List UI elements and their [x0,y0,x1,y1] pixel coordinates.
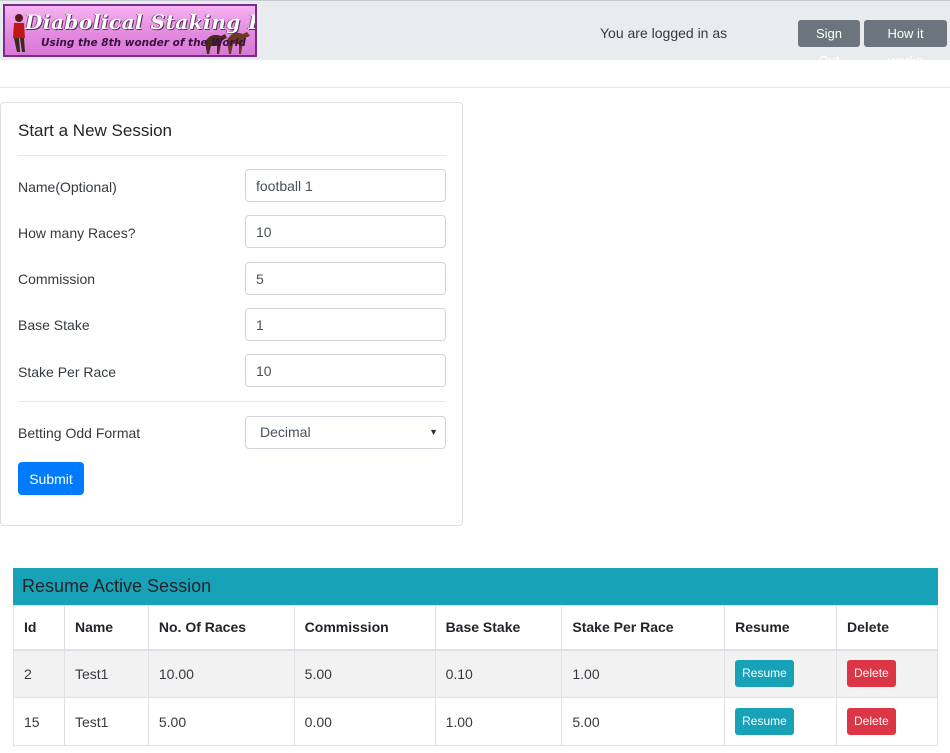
sign-out-button[interactable]: Sign Out [798,20,860,68]
resume-button[interactable]: Resume [735,660,794,688]
odds-format-label: Betting Odd Format [18,425,141,441]
col-header-resume: Resume [724,605,838,651]
cell-commission: 0.00 [293,697,436,746]
cell-id: 15 [13,697,65,746]
delete-button[interactable]: Delete [847,708,896,735]
commission-label: Commission [18,271,96,287]
col-header-id: Id [13,605,65,651]
submit-button[interactable]: Submit [18,462,84,495]
new-session-card: Start a New Session Name(Optional) How m… [0,102,463,526]
cell-delete: Delete [836,649,938,698]
odds-divider [18,401,446,402]
cell-commission: 5.00 [293,649,436,698]
table-row: 2 Test1 10.00 5.00 0.10 1.00 Resume Dele… [13,649,938,698]
col-header-races: No. Of Races [147,605,295,651]
cell-races: 10.00 [147,649,295,698]
logo-subtitle: Using the 8th wonder of the World [41,37,246,49]
cell-stake-per-race: 5.00 [561,697,726,746]
cell-name: Test1 [63,649,149,698]
stake-per-race-input[interactable] [245,354,446,387]
col-header-name: Name [63,605,149,651]
odds-format-value: Decimal [260,424,311,440]
resume-button[interactable]: Resume [735,708,794,735]
odds-format-select[interactable]: Decimal ▼ [245,416,446,449]
stake-per-race-label: Stake Per Race [18,364,117,380]
sessions-table: Id Name No. Of Races Commission Base Sta… [13,605,938,746]
cell-delete: Delete [836,697,938,746]
cell-resume: Resume [724,649,838,698]
base-stake-input[interactable] [245,308,446,341]
table-row: 15 Test1 5.00 0.00 1.00 5.00 Resume Dele… [13,697,938,746]
cell-base-stake: 0.10 [434,649,563,698]
races-input[interactable] [245,215,446,248]
title-divider [18,155,446,156]
cell-resume: Resume [724,697,838,746]
divider [0,87,950,88]
col-header-stake-per-race: Stake Per Race [561,605,726,651]
logged-in-text: You are logged in as [600,25,728,41]
cell-name: Test1 [63,697,149,746]
chevron-down-icon: ▼ [429,427,438,437]
logo-title: Diabolical Staking Plan [25,10,255,34]
base-stake-label: Base Stake [18,317,90,333]
name-input[interactable] [245,169,446,202]
cell-stake-per-race: 1.00 [561,649,726,698]
cell-id: 2 [13,649,65,698]
commission-input[interactable] [245,262,446,295]
top-navbar: Diabolical Staking Plan Using the 8th wo… [0,0,950,68]
cell-base-stake: 1.00 [434,697,563,746]
delete-button[interactable]: Delete [847,660,896,688]
site-logo[interactable]: Diabolical Staking Plan Using the 8th wo… [3,4,257,57]
races-label: How many Races? [18,225,136,241]
resume-session-header: Resume Active Session [13,568,938,605]
table-header-row: Id Name No. Of Races Commission Base Sta… [13,605,938,651]
cell-races: 5.00 [147,697,295,746]
name-label: Name(Optional) [18,179,117,195]
how-it-works-button[interactable]: How it works [864,20,947,68]
card-title: Start a New Session [18,121,173,140]
col-header-commission: Commission [293,605,436,651]
col-header-base-stake: Base Stake [434,605,563,651]
col-header-delete: Delete [836,605,938,651]
